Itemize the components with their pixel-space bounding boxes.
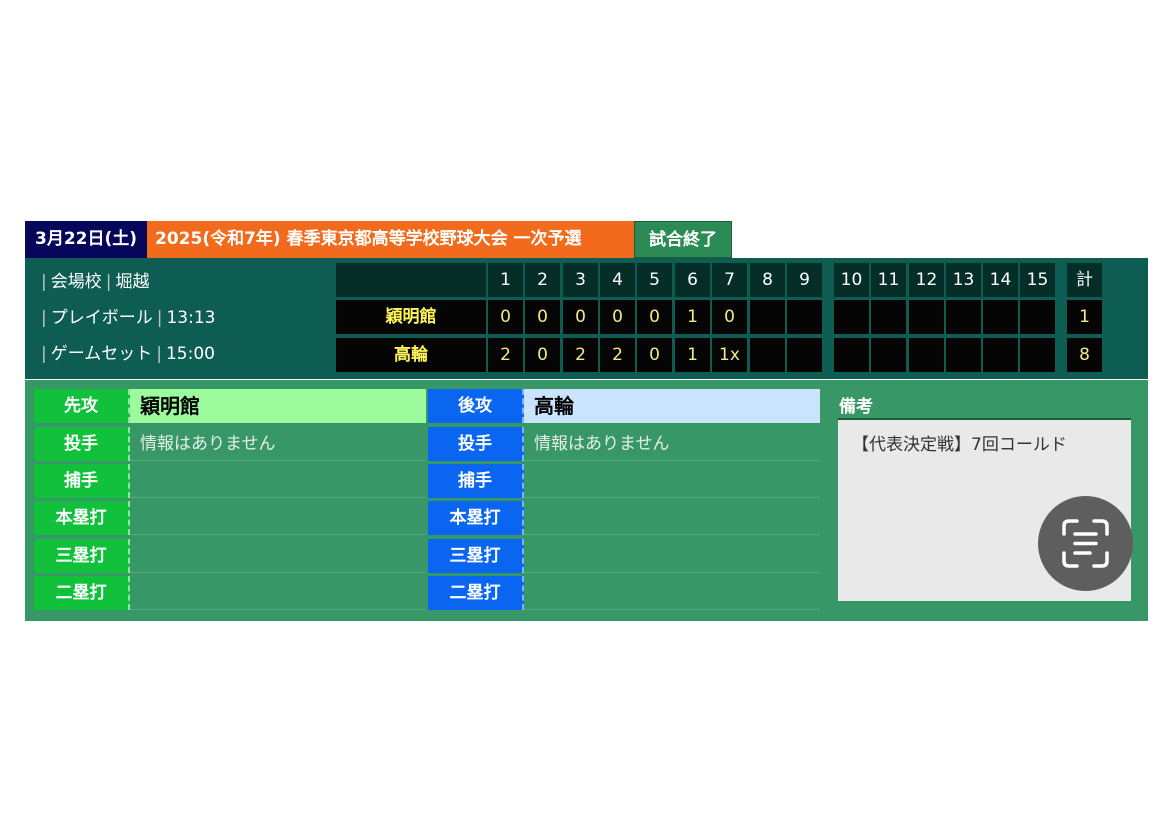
inning-score	[834, 338, 869, 372]
first-stat-value: 情報はありません	[130, 427, 426, 461]
inning-header: 9	[787, 263, 822, 297]
status-tab: 試合終了	[634, 221, 732, 258]
inning-score	[909, 338, 944, 372]
inning-header: 12	[909, 263, 944, 297]
inning-score	[750, 300, 785, 334]
first-stat-value	[130, 576, 426, 610]
first-stat-value	[130, 539, 426, 573]
inning-score	[750, 338, 785, 372]
inning-score: 0	[637, 338, 672, 372]
venue-row: | 会場校 | 堀越	[41, 272, 150, 292]
start-row: | プレイボール | 13:13	[41, 308, 216, 328]
first-stat-value	[130, 501, 426, 535]
inning-header: 11	[871, 263, 906, 297]
inning-score	[983, 338, 1018, 372]
inning-score: 0	[637, 300, 672, 334]
inning-score	[1020, 338, 1055, 372]
inning-header: 5	[637, 263, 672, 297]
inning-score	[946, 338, 981, 372]
scoreboard-team-name: 高輪	[336, 338, 486, 372]
inning-score: 0	[488, 300, 523, 334]
text-scan-icon	[1062, 519, 1109, 568]
inning-score: 0	[525, 300, 560, 334]
second-stat-value	[524, 539, 820, 573]
inning-header: 4	[600, 263, 635, 297]
inning-score: 1x	[712, 338, 747, 372]
inning-score: 0	[600, 300, 635, 334]
scoreboard-team-name: 穎明館	[336, 300, 486, 334]
remarks-title: 備考	[839, 397, 873, 417]
second-stat-value	[524, 464, 820, 498]
inning-score	[787, 300, 822, 334]
start-time: 13:13	[166, 308, 216, 328]
inning-header: 14	[983, 263, 1018, 297]
first-stat-label: 本塁打	[34, 501, 130, 535]
second-stat-value	[524, 501, 820, 535]
first-stat-label: 三塁打	[34, 539, 130, 573]
inning-score	[1020, 300, 1055, 334]
inning-header: 8	[750, 263, 785, 297]
inning-score	[871, 338, 906, 372]
second-stat-label: 二塁打	[428, 576, 524, 610]
inning-header: 3	[563, 263, 598, 297]
venue-label: 会場校	[50, 272, 102, 292]
inning-header: 10	[834, 263, 869, 297]
inning-header: 6	[675, 263, 710, 297]
date-tab: 3月22日(土)	[25, 221, 147, 258]
inning-header: 13	[946, 263, 981, 297]
tournament-title-tab: 2025(令和7年) 春季東京都高等学校野球大会 一次予選	[147, 221, 634, 258]
game-header: | 会場校 | 堀越 | プレイボール | 13:13 | ゲームセット | 15:00 穎明館 …	[25, 258, 1148, 379]
inning-score	[871, 300, 906, 334]
inning-header: 15	[1020, 263, 1055, 297]
second-stat-value	[524, 576, 820, 610]
inning-score	[946, 300, 981, 334]
first-stat-label: 投手	[34, 427, 130, 461]
game-details: 先攻 穎明館 投手 情報はありません 捕手 本塁打 三塁打 二塁打 後攻 高輪 投手 情報はありません…	[25, 380, 1148, 621]
inning-score	[834, 300, 869, 334]
first-team-name: 穎明館	[130, 389, 426, 423]
inning-score: 0	[525, 338, 560, 372]
title-tabs: 3月22日(土) 2025(令和7年) 春季東京都高等学校野球大会 一次予選 試…	[25, 221, 732, 258]
second-stat-label: 捕手	[428, 464, 524, 498]
venue-value: 堀越	[115, 272, 150, 292]
end-label: ゲームセット	[50, 344, 153, 364]
inning-score	[787, 338, 822, 372]
inning-score: 0	[712, 300, 747, 334]
total-header: 計	[1067, 263, 1102, 297]
first-stat-label: 二塁打	[34, 576, 130, 610]
first-team-label: 先攻	[34, 389, 130, 423]
inning-score	[983, 300, 1018, 334]
inning-score: 2	[600, 338, 635, 372]
inning-score: 0	[563, 300, 598, 334]
second-stat-label: 投手	[428, 427, 524, 461]
inning-header: 2	[525, 263, 560, 297]
end-row: | ゲームセット | 15:00	[41, 344, 215, 364]
inning-score: 2	[563, 338, 598, 372]
inning-header: 7	[712, 263, 747, 297]
total-score: 8	[1067, 338, 1102, 372]
second-stat-label: 本塁打	[428, 501, 524, 535]
first-stat-value	[130, 464, 426, 498]
first-stat-label: 捕手	[34, 464, 130, 498]
game-info: | 会場校 | 堀越 | プレイボール | 13:13 | ゲームセット | 15:00	[37, 266, 215, 374]
text-scan-button[interactable]	[1038, 496, 1133, 591]
second-stat-value: 情報はありません	[524, 427, 820, 461]
start-label: プレイボール	[50, 308, 153, 328]
inning-score: 1	[675, 338, 710, 372]
inning-score: 1	[675, 300, 710, 334]
total-score: 1	[1067, 300, 1102, 334]
end-time: 15:00	[165, 344, 215, 364]
second-stat-label: 三塁打	[428, 539, 524, 573]
scoreboard-corner	[336, 263, 486, 297]
second-team-label: 後攻	[428, 389, 524, 423]
second-team-name: 高輪	[524, 389, 820, 423]
inning-score: 2	[488, 338, 523, 372]
inning-score	[909, 300, 944, 334]
inning-header: 1	[488, 263, 523, 297]
